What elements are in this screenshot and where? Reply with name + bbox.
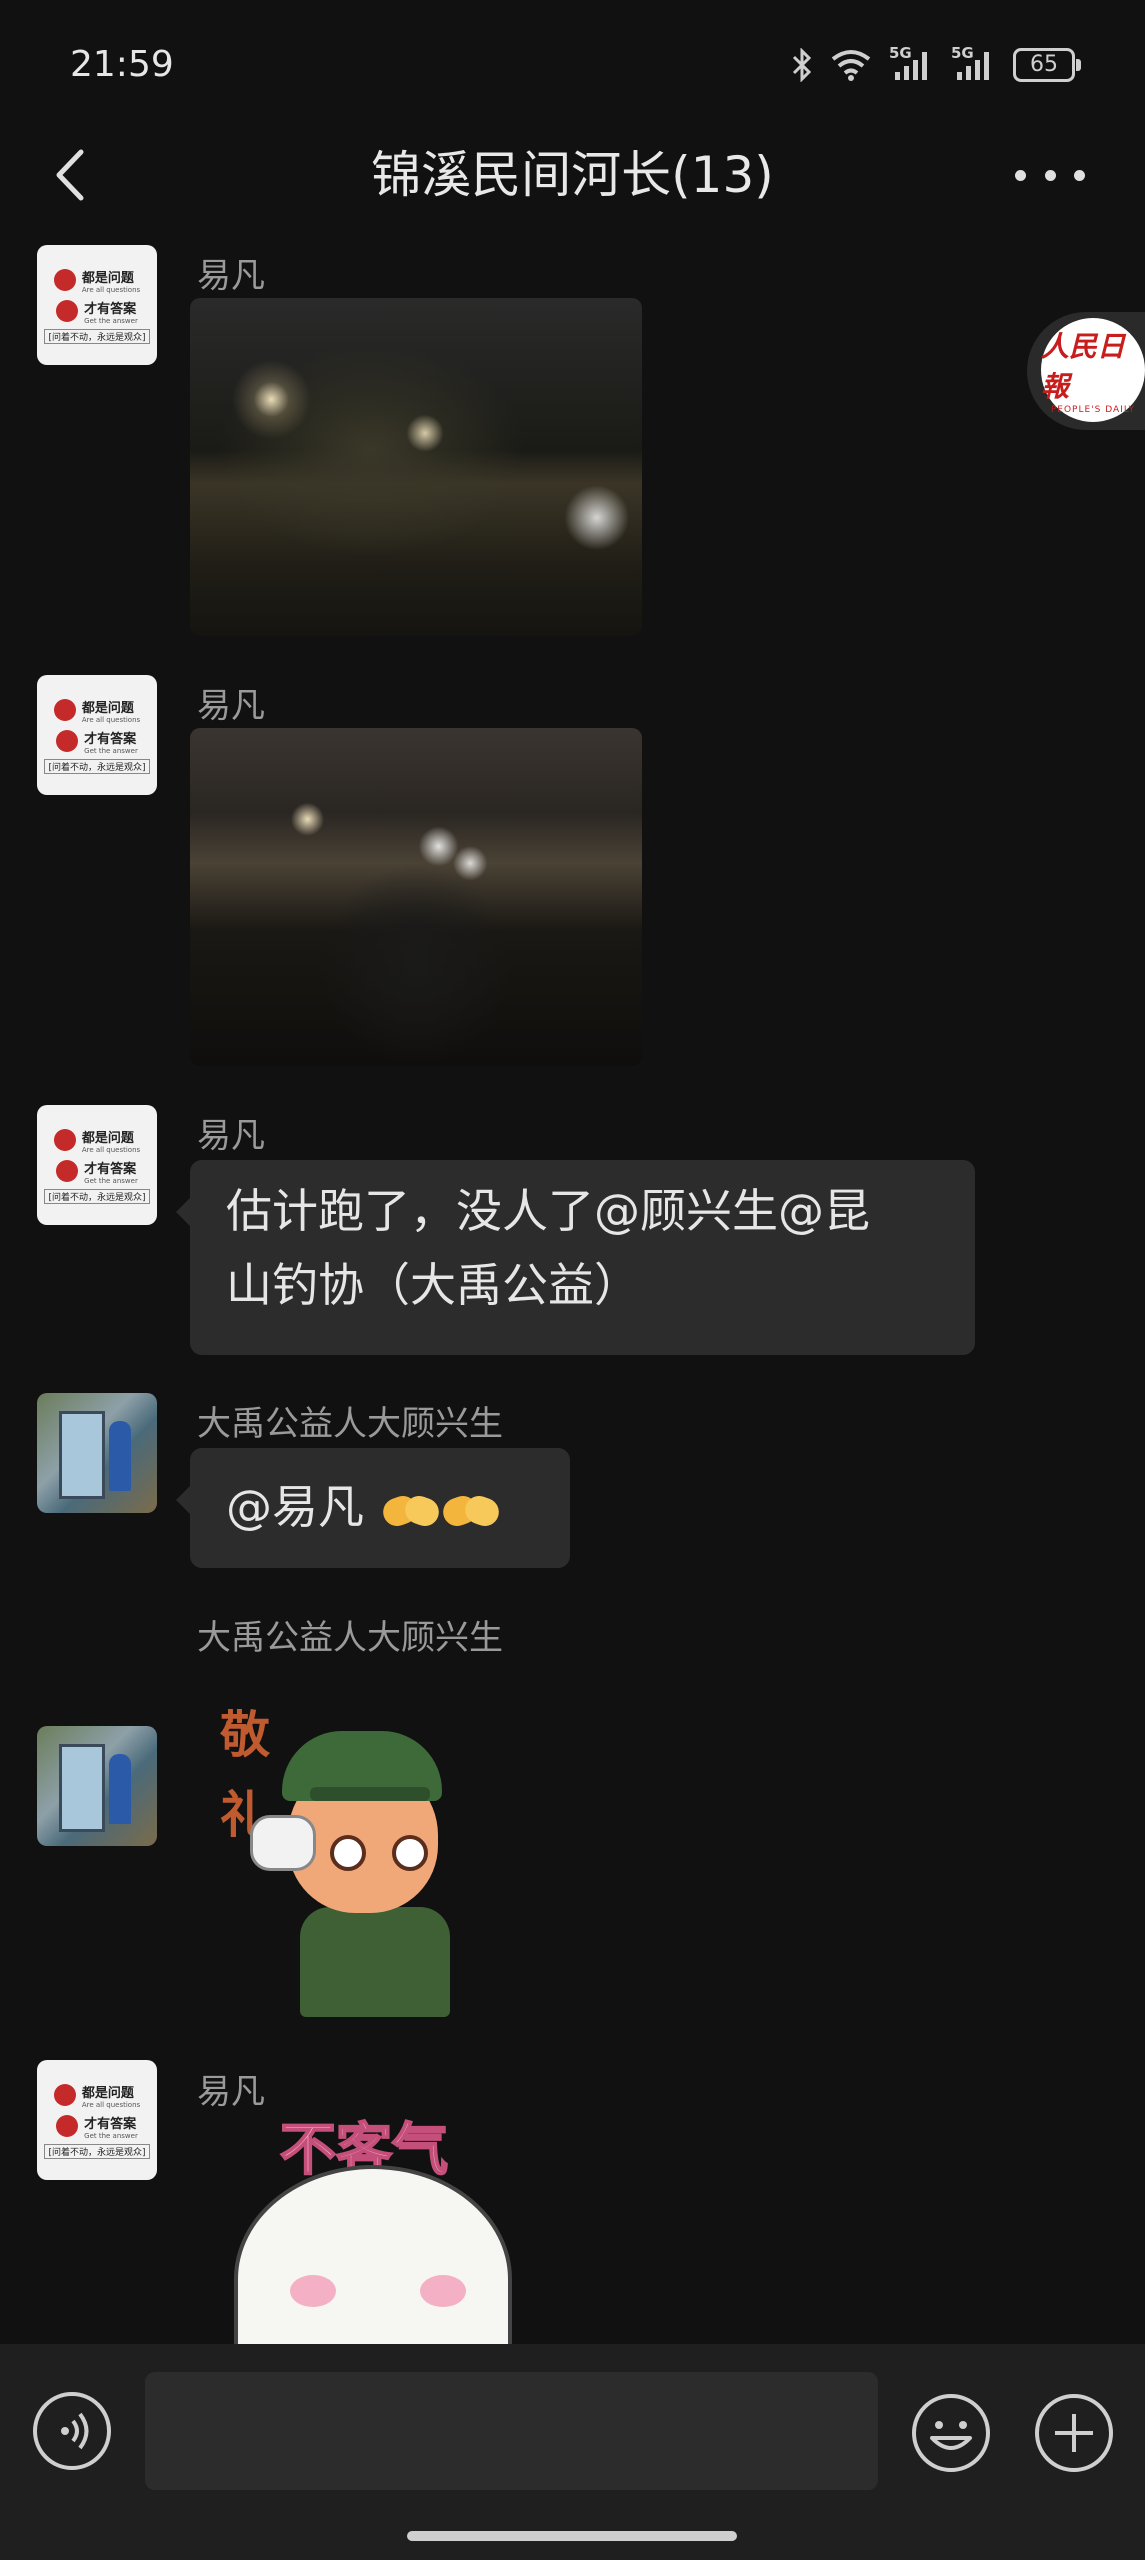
thanks-sticker[interactable]: 不客气: [200, 2105, 512, 2393]
avatar-row: 都是问题 Are all questions: [53, 267, 141, 294]
sender-name: 大禹公益人大顾兴生: [197, 1404, 503, 1444]
avatar-text-en: Get the answer: [84, 1176, 138, 1185]
bun-cheek: [420, 2275, 466, 2307]
avatar-circle: [56, 2115, 79, 2137]
emoji-button[interactable]: [910, 2392, 992, 2474]
bun-cheek: [290, 2275, 336, 2307]
avatar-row: 才有答案 Get the answer: [56, 298, 138, 325]
plus-icon: [1035, 2394, 1113, 2472]
more-dot: [1074, 169, 1085, 181]
avatar-strip: [问着不动，永远是观众]: [44, 2143, 150, 2159]
avatar-strip: [问着不动，永远是观众]: [44, 1188, 150, 1204]
avatar-circle: [53, 2084, 76, 2106]
avatar-board: [59, 1744, 105, 1832]
avatar[interactable]: 都是问题 Are all questions 才有答案 Get the answer…: [37, 245, 157, 365]
avatar-circle: [56, 300, 79, 322]
avatar-text: 都是问题: [81, 1130, 134, 1146]
avatar-row: 都是问题 Are all questions: [53, 2082, 141, 2109]
deer-brim: [310, 1787, 430, 1801]
avatar-person: [109, 1754, 131, 1824]
more-dot: [1044, 169, 1056, 181]
status-time: 21:59: [70, 44, 174, 85]
avatar[interactable]: [37, 1393, 157, 1513]
message-text-line: 山钓协（大禹公益）: [226, 1258, 640, 1312]
avatar[interactable]: 都是问题 Are all questions 才有答案 Get the answer…: [37, 1105, 157, 1225]
home-indicator[interactable]: [407, 2531, 737, 2541]
bluetooth-icon: [792, 48, 812, 82]
sticker-text: 敬: [220, 1705, 270, 1764]
avatar[interactable]: [37, 1726, 157, 1846]
voice-icon: [61, 2412, 89, 2450]
signal-icon-1: 5G: [889, 44, 933, 82]
avatar-row: 都是问题 Are all questions: [53, 1127, 141, 1154]
avatar-text: 才有答案: [84, 301, 137, 317]
wifi-icon: [831, 50, 871, 81]
salute-sticker[interactable]: 敬 礼: [190, 1685, 520, 2025]
message-text: @易凡: [226, 1480, 364, 1534]
image-message[interactable]: [190, 298, 642, 636]
avatar-row: 才有答案 Get the answer: [56, 1158, 138, 1185]
avatar-strip: [问着不动，永远是观众]: [44, 328, 150, 344]
image-message[interactable]: [190, 728, 642, 1066]
voice-button[interactable]: [33, 2392, 111, 2470]
avatar-text: 都是问题: [81, 700, 134, 716]
avatar-text-en: Are all questions: [81, 715, 141, 724]
floating-news-badge[interactable]: 人民日報 PEOPLE'S DAILY: [1027, 312, 1145, 430]
avatar-text: 才有答案: [84, 2116, 137, 2132]
plus-button[interactable]: [1033, 2392, 1115, 2474]
avatar-text: 都是问题: [81, 2085, 134, 2101]
deer-body: [300, 1907, 450, 2017]
badge-text: 人民日報: [1041, 330, 1126, 403]
deer-hand: [250, 1815, 316, 1871]
signal-icon-2: 5G: [951, 44, 995, 82]
more-dots-icon: [1015, 169, 1026, 181]
sender-name: 易凡: [197, 256, 265, 296]
avatar-text: 都是问题: [81, 270, 134, 286]
avatar-text-en: Are all questions: [81, 285, 141, 294]
avatar-row: 都是问题 Are all questions: [53, 697, 141, 724]
avatar-text-en: Get the answer: [84, 746, 138, 755]
avatar-circle: [53, 269, 76, 291]
sender-name: 大禹公益人大顾兴生: [197, 1618, 503, 1658]
avatar-board: [59, 1411, 105, 1499]
text-message-bubble[interactable]: @易凡: [176, 1448, 570, 1568]
avatar[interactable]: 都是问题 Are all questions 才有答案 Get the answer…: [37, 2060, 157, 2180]
avatar-circle: [53, 699, 76, 721]
avatar-text-en: Are all questions: [81, 1145, 141, 1154]
emoji-icon: [912, 2394, 990, 2472]
avatar[interactable]: 都是问题 Are all questions 才有答案 Get the answer…: [37, 675, 157, 795]
sender-name: 易凡: [197, 1116, 265, 1156]
avatar-text-en: Are all questions: [81, 2100, 141, 2109]
avatar-row: 才有答案 Get the answer: [56, 728, 138, 755]
deer-eye: [392, 1835, 428, 1871]
avatar-circle: [53, 1129, 76, 1151]
avatar-strip: [问着不动，永远是观众]: [44, 758, 150, 774]
more-button[interactable]: [1015, 160, 1085, 190]
avatar-text-en: Get the answer: [84, 2131, 138, 2140]
battery-indicator: 65: [1013, 48, 1081, 82]
text-message-bubble[interactable]: 估计跑了，没人了@顾兴生@昆 山钓协（大禹公益）: [176, 1160, 975, 1355]
avatar-circle: [56, 730, 79, 752]
handshake-emoji-icon: [443, 1491, 499, 1531]
sender-name: 易凡: [197, 686, 265, 726]
message-input[interactable]: [145, 2372, 878, 2490]
peoples-daily-logo: 人民日報 PEOPLE'S DAILY: [1041, 318, 1145, 422]
avatar-text: 才有答案: [84, 731, 137, 747]
avatar-text-en: Get the answer: [84, 316, 138, 325]
message-text-line: 估计跑了，没人了@顾兴生@昆: [226, 1184, 870, 1238]
avatar-circle: [56, 1160, 79, 1182]
handshake-emoji-icon: [383, 1491, 439, 1531]
avatar-person: [109, 1421, 131, 1491]
badge-subtext: PEOPLE'S DAILY: [1050, 405, 1136, 415]
chat-title: 锦溪民间河长(13): [371, 146, 774, 204]
avatar-row: 才有答案 Get the answer: [56, 2113, 138, 2140]
avatar-text: 才有答案: [84, 1161, 137, 1177]
deer-eye: [330, 1835, 366, 1871]
status-icons: 5G 5G 65: [791, 44, 1081, 82]
